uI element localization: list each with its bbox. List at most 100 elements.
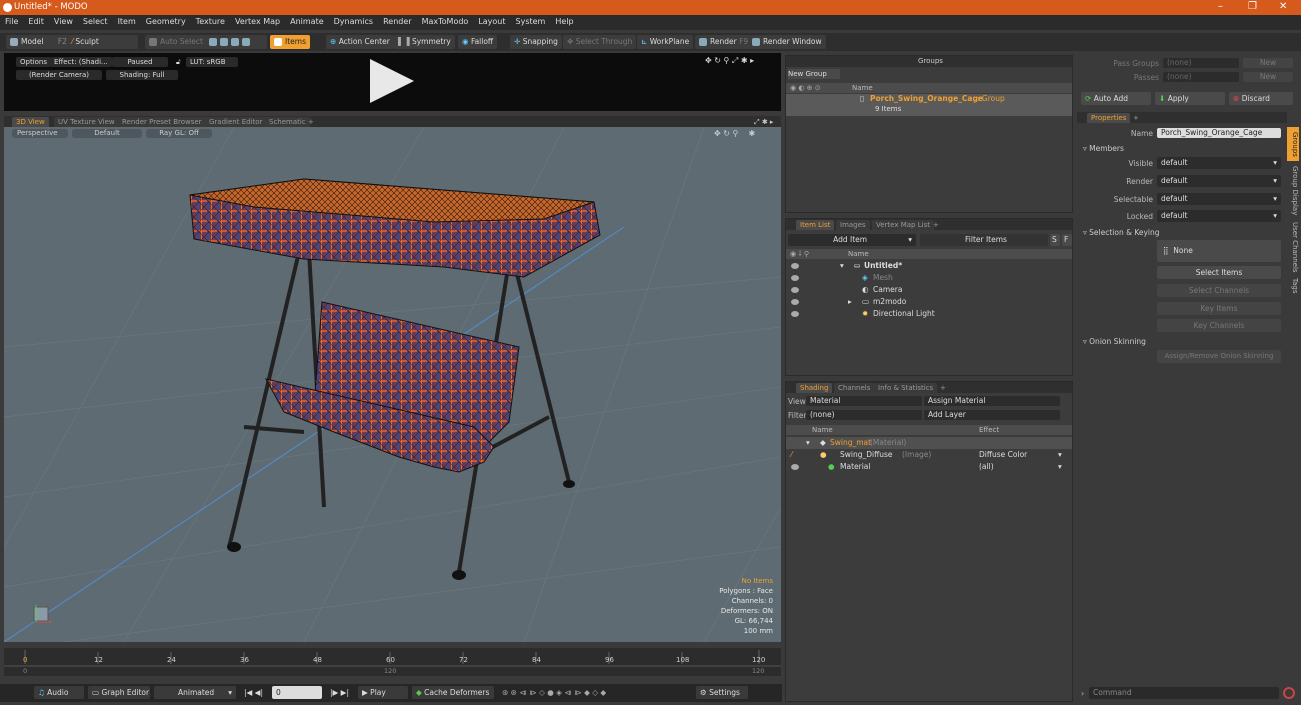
menu-render[interactable]: Render <box>378 15 416 26</box>
render-window-button[interactable]: Render Window <box>748 35 826 49</box>
item-row-light[interactable]: ✹ Directional Light <box>786 308 1072 320</box>
chevron-down-icon[interactable]: ▾ <box>1058 461 1062 473</box>
preview-paused-button[interactable]: Paused <box>112 57 168 67</box>
skip-forward-icons[interactable]: |▶ ▶| <box>326 686 356 699</box>
visibility-eye-icon[interactable] <box>791 287 799 293</box>
passes-dropdown[interactable]: (none) <box>1163 72 1239 82</box>
filter-f-button[interactable]: F <box>1062 234 1072 246</box>
expand-icon[interactable]: ▾ <box>806 437 810 449</box>
maximize-icon[interactable]: ❐ <box>1248 1 1257 12</box>
graph-editor-button[interactable]: ▭ Graph Editor <box>88 686 150 699</box>
visibility-eye-icon[interactable] <box>791 299 799 305</box>
group-item[interactable]: ▯ Porch_Swing_Orange_Cage : Group 9 Item… <box>786 94 1072 116</box>
tab-render-preset-browser[interactable]: Render Preset Browser <box>118 117 206 127</box>
menu-edit[interactable]: Edit <box>23 15 49 26</box>
preview-camera-dropdown[interactable]: (Render Camera) <box>16 70 102 80</box>
tab-3d-view[interactable]: 3D View <box>12 117 49 127</box>
new-pass-button[interactable]: New <box>1243 72 1293 82</box>
side-tab-group-display[interactable]: Group Display <box>1287 163 1299 219</box>
filter-s-button[interactable]: S <box>1050 234 1060 246</box>
visibility-eye-icon[interactable] <box>791 275 799 281</box>
menu-select[interactable]: Select <box>78 15 113 26</box>
model-mode-button[interactable]: Model F2 ⁄ Sculpt <box>6 35 138 49</box>
timeline[interactable]: 0 12 24 36 48 60 72 84 96 108 120 0 120 … <box>4 648 781 676</box>
visibility-eye-icon[interactable] <box>791 263 799 269</box>
workplane-button[interactable]: ⊾ WorkPlane <box>637 35 694 49</box>
command-input[interactable]: Command <box>1089 687 1279 699</box>
tab-channels[interactable]: Channels <box>834 383 875 393</box>
preview-shading-dropdown[interactable]: Shading: Full <box>106 70 178 80</box>
menu-layout[interactable]: Layout <box>473 15 510 26</box>
auto-select-button[interactable]: Auto Select <box>145 35 207 49</box>
filter-dropdown[interactable]: (none) <box>806 410 922 420</box>
add-tab-button[interactable]: + <box>929 220 943 230</box>
item-row-camera[interactable]: ◐ Camera <box>786 284 1072 296</box>
key-tool-icons[interactable]: ⊛ ⊛ ⧏ ⧐ ◇ ● ◈ ⧏ ⧐ ◆ ◇ ◆ <box>498 686 694 699</box>
play-icon[interactable] <box>370 59 414 103</box>
select-items-button[interactable]: Select Items <box>1157 266 1281 279</box>
select-channels-button[interactable]: Select Channels <box>1157 284 1281 297</box>
select-through-button[interactable]: ✥ Select Through <box>563 35 637 49</box>
animated-dropdown[interactable]: Animated ▾ <box>154 686 236 699</box>
add-item-dropdown[interactable]: Add Item ▾ <box>788 234 916 246</box>
falloff-button[interactable]: ◉ Falloff <box>458 35 498 49</box>
add-layer-dropdown[interactable]: Add Layer <box>924 410 1060 420</box>
record-icon[interactable] <box>1283 687 1295 699</box>
new-group-button[interactable]: New Group <box>788 69 840 79</box>
symmetry-button[interactable]: ▌▐ Symmetry <box>394 35 455 49</box>
locked-dropdown[interactable]: default ▾ <box>1157 210 1281 222</box>
new-pass-group-button[interactable]: New <box>1243 58 1293 68</box>
cache-deformers-button[interactable]: ◆ Cache Deformers <box>412 686 494 699</box>
side-tab-groups[interactable]: Groups <box>1287 127 1299 161</box>
tab-properties[interactable]: Properties <box>1087 113 1131 123</box>
action-center-button[interactable]: ⊕ Action Center <box>326 35 394 49</box>
item-row-mesh[interactable]: ◈ Mesh <box>786 272 1072 284</box>
tab-images[interactable]: Images <box>836 220 870 230</box>
item-row-scene[interactable]: ▾ ⛀ Untitled* <box>786 260 1072 272</box>
audio-button[interactable]: ♫ Audio <box>34 686 84 699</box>
menu-geometry[interactable]: Geometry <box>141 15 191 26</box>
assign-material-dropdown[interactable]: Assign Material <box>924 396 1060 406</box>
tab-schematic[interactable]: Schematic <box>265 117 310 127</box>
menu-maxtomodo[interactable]: MaxToModo <box>417 15 474 26</box>
menu-item[interactable]: Item <box>113 15 141 26</box>
side-tab-tags[interactable]: Tags <box>1287 275 1299 297</box>
tab-gradient-editor[interactable]: Gradient Editor <box>205 117 267 127</box>
minimize-icon[interactable]: – <box>1218 1 1223 12</box>
selection-keying-section[interactable]: ▿ Selection & Keying <box>1083 228 1160 237</box>
item-row-m2modo[interactable]: ▸ ▭ m2modo <box>786 296 1072 308</box>
onion-skinning-button[interactable]: Assign/Remove Onion Skinning <box>1157 350 1281 363</box>
tab-shading[interactable]: Shading <box>796 383 833 393</box>
side-tab-user-channels[interactable]: User Channels <box>1287 221 1299 273</box>
filter-items-input[interactable]: Filter Items <box>920 234 1048 246</box>
menu-system[interactable]: System <box>511 15 551 26</box>
key-channels-button[interactable]: Key Channels <box>1157 319 1281 332</box>
render-preview[interactable]: Options Effect: (Shadi... Paused 🔓︎ LUT:… <box>4 53 781 111</box>
add-tab-button[interactable]: + <box>936 383 950 393</box>
close-icon[interactable]: ✕ <box>1279 1 1287 12</box>
key-items-button[interactable]: Key Items <box>1157 302 1281 315</box>
settings-button[interactable]: ⚙ Settings <box>696 686 748 699</box>
shader-row-swing-diffuse[interactable]: ⁄ ● Swing_Diffuse (Image) Diffuse Color ▾ <box>786 449 1072 461</box>
tab-item-list[interactable]: Item List <box>796 220 835 230</box>
onion-skinning-section[interactable]: ▿ Onion Skinning <box>1083 337 1146 346</box>
members-section[interactable]: ▿ Members <box>1083 144 1124 153</box>
viewport-expand-icon[interactable]: ⤢ ✱ ▸ <box>750 117 777 127</box>
visible-dropdown[interactable]: default ▾ <box>1157 157 1281 169</box>
frame-field[interactable]: 0 <box>272 686 322 699</box>
render-button[interactable]: Render F9 <box>695 35 753 49</box>
items-mode-button[interactable]: Items <box>270 35 310 49</box>
menu-texture[interactable]: Texture <box>191 15 230 26</box>
menu-vertex-map[interactable]: Vertex Map <box>230 15 285 26</box>
snapping-button[interactable]: ✛ Snapping <box>510 35 562 49</box>
chevron-down-icon[interactable]: ▾ <box>1058 449 1062 461</box>
selection-mode-icons[interactable] <box>205 35 267 49</box>
tab-uv-texture-view[interactable]: UV Texture View <box>54 117 119 127</box>
preview-effect-dropdown[interactable]: Effect: (Shadi... <box>50 57 112 67</box>
selectable-dropdown[interactable]: default ▾ <box>1157 193 1281 205</box>
none-button[interactable]: ⣿ None <box>1157 240 1281 262</box>
apply-button[interactable]: ⬇ Apply <box>1155 92 1225 105</box>
menu-animate[interactable]: Animate <box>285 15 329 26</box>
shader-row-material[interactable]: ● Material (all) ▾ <box>786 461 1072 473</box>
group-name-input[interactable]: Porch_Swing_Orange_Cage <box>1157 128 1281 138</box>
